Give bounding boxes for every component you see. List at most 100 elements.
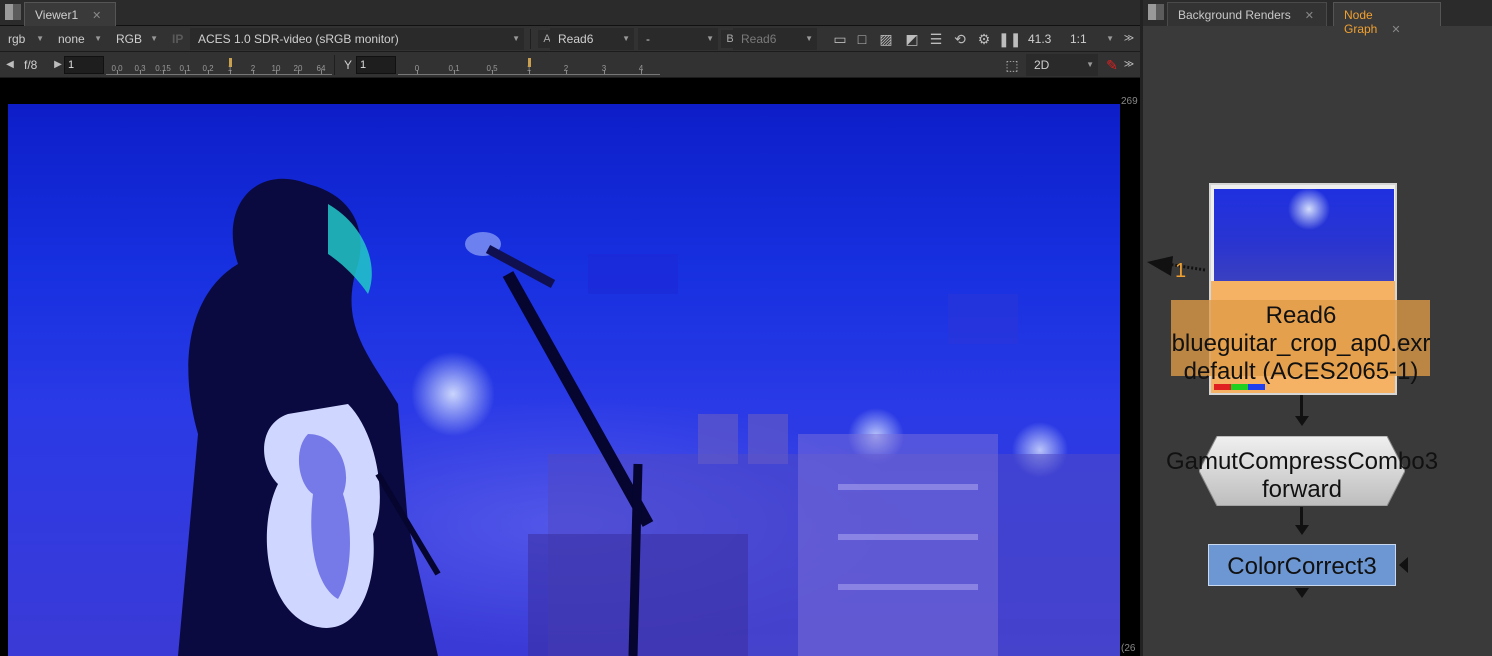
checkerboard-icon[interactable]: ▨: [876, 29, 896, 49]
slider-tick-label: 0.3: [134, 64, 146, 73]
gamut-node-name: GamutCompressCombo3: [1165, 448, 1439, 475]
read-node-file: blueguitar_crop_ap0.exr: [1171, 330, 1431, 357]
expand-icon[interactable]: ≫: [1120, 55, 1138, 75]
slider-tick-label: 0.5: [486, 64, 498, 73]
gamma-field[interactable]: 1: [356, 56, 396, 74]
a-input-value: Read6: [558, 32, 594, 46]
slider-tick-label: 20: [293, 64, 303, 73]
compare-mode-dropdown[interactable]: - ▼: [638, 28, 718, 50]
channels-dropdown[interactable]: rgb ▼: [0, 28, 48, 50]
tab-viewer1-label: Viewer1: [35, 8, 79, 22]
refresh-icon[interactable]: ⟲: [950, 29, 970, 49]
read-thumbnail: [1214, 189, 1394, 281]
slider-tick-label: 2: [250, 64, 256, 73]
channel-red-indicator: [1214, 384, 1231, 390]
connector-line: [1300, 395, 1303, 417]
mask-input-arrow-icon: [1399, 557, 1408, 573]
channel-green-indicator: [1231, 384, 1248, 390]
viewer-tab-bar: Viewer1 ✕: [0, 0, 1140, 26]
viewer-toolbar-top: rgb ▼ none ▼ RGB ▼ IP ACES 1.0 SDR-video (s…: [0, 26, 1140, 52]
slider-tick-label: 64: [316, 64, 326, 73]
close-icon[interactable]: ✕: [1305, 10, 1314, 22]
connector-line: [1300, 507, 1303, 527]
chevron-down-icon: ▼: [1086, 60, 1094, 69]
viewer-panel: Viewer1 ✕ rgb ▼ none ▼ RGB ▼ IP ACES 1.0 SDR…: [0, 0, 1140, 656]
tab-node-graph-label: Node Graph: [1344, 8, 1378, 36]
slider-handle[interactable]: [528, 58, 531, 67]
chevron-down-icon: ▼: [150, 34, 158, 43]
gamma-label: Y: [344, 58, 353, 72]
view-transform-dropdown[interactable]: ACES 1.0 SDR-video (sRGB monitor) ▼: [190, 28, 524, 50]
proxy-dropdown[interactable]: 1:1 ▼: [1062, 28, 1118, 50]
view-mode-value: 2D: [1034, 58, 1050, 72]
proxy-value: 1:1: [1070, 32, 1087, 46]
tab-background-renders-label: Background Renders: [1178, 8, 1291, 22]
chevron-down-icon: ▼: [622, 34, 630, 43]
slider-tick-label: 0.15: [155, 64, 171, 73]
gear-icon[interactable]: ⚙: [974, 29, 994, 49]
slider-tick-label: 2: [563, 64, 569, 73]
view-mode-dropdown[interactable]: 2D ▼: [1026, 54, 1098, 76]
b-input-value: Read6: [741, 32, 777, 46]
channel-blue-indicator: [1248, 384, 1265, 390]
pause-icon[interactable]: ❚❚: [998, 29, 1021, 49]
zoom-field[interactable]: 41.3: [1024, 28, 1062, 50]
slider-handle[interactable]: [229, 58, 232, 67]
roi-icon[interactable]: ▭: [830, 29, 850, 49]
lines-icon[interactable]: ☰: [926, 29, 946, 49]
ip-button[interactable]: IP: [164, 28, 190, 50]
pane-menu-icon[interactable]: [1148, 4, 1164, 20]
slider-tick-label: 0.2: [202, 64, 214, 73]
read-node-name: Read6: [1265, 302, 1337, 329]
divider: [530, 29, 531, 49]
output-arrow-icon: [1295, 588, 1309, 598]
concert-image: [178, 178, 1120, 656]
chevron-down-icon: ▼: [805, 34, 813, 43]
mask-overlay-icon[interactable]: □: [852, 29, 872, 49]
slider-tick-label: 10: [271, 64, 281, 73]
b-input-dropdown[interactable]: Read6 ▼: [733, 28, 817, 50]
slider-tick-label: 0: [414, 64, 420, 73]
divider: [334, 55, 335, 75]
chevron-down-icon: ▼: [94, 34, 102, 43]
wipe-icon[interactable]: ◩: [902, 29, 922, 49]
graph-tab-bar: Background Renders ✕ Node Graph ✕: [1143, 0, 1492, 36]
zoom-value: 41.3: [1028, 32, 1052, 46]
connector-arrow-icon: [1295, 525, 1309, 535]
channels-value: rgb: [8, 32, 26, 46]
fstop-label: f/8: [24, 58, 38, 72]
format-bottom-label: (26: [1121, 643, 1136, 654]
tab-node-graph[interactable]: Node Graph ✕: [1333, 2, 1441, 36]
expand-icon[interactable]: ≫: [1120, 29, 1138, 49]
viewer-image[interactable]: [8, 104, 1120, 656]
gain-slider[interactable]: 0.0 0.3 0.15 0.1 0.2 1 2 10 20 64: [106, 55, 332, 75]
paint-brush-icon[interactable]: ✎: [1102, 55, 1122, 75]
gamma-slider[interactable]: 0 0.1 0.5 1 2 3 4: [398, 55, 660, 75]
viewer-toolbar-bottom: ◀ f/8 ▶ 1 0.0 0.3 0.15 0.1 0.2 1 2 10 20 64 Y 1 0…: [0, 52, 1140, 78]
connector-arrow-icon: [1295, 416, 1309, 426]
region-select-icon[interactable]: ⬚: [1002, 55, 1022, 75]
slider-tick-label: 0.0: [111, 64, 123, 73]
alpha-dropdown[interactable]: none ▼: [50, 28, 106, 50]
display-channels-dropdown[interactable]: RGB ▼: [108, 28, 162, 50]
compare-mode-value: -: [646, 32, 650, 46]
gain-field[interactable]: 1: [64, 56, 104, 74]
slider-tick-label: 0.1: [448, 64, 460, 73]
chevron-down-icon: ▼: [512, 34, 520, 43]
slider-tick-label: 4: [638, 64, 644, 73]
chevron-down-icon: ▼: [36, 34, 44, 43]
close-icon[interactable]: ✕: [1391, 24, 1400, 36]
view-transform-value: ACES 1.0 SDR-video (sRGB monitor): [198, 32, 399, 46]
read-node-colorspace: default (ACES2065-1): [1183, 358, 1419, 385]
close-icon[interactable]: ✕: [92, 10, 101, 22]
gamut-node-direction: forward: [1261, 476, 1343, 503]
colorcorrect-node-name: ColorCorrect3: [1227, 553, 1377, 580]
format-top-label: 269: [1121, 96, 1138, 107]
pane-menu-icon[interactable]: [5, 4, 21, 20]
a-input-dropdown[interactable]: Read6 ▼: [550, 28, 634, 50]
tab-viewer1[interactable]: Viewer1 ✕: [24, 2, 116, 26]
alpha-value: none: [58, 32, 85, 46]
tab-background-renders[interactable]: Background Renders ✕: [1167, 2, 1327, 26]
slider-tick-label: 0.1: [179, 64, 191, 73]
node-graph-panel: Background Renders ✕ Node Graph ✕ 1 Read6 …: [1140, 0, 1492, 656]
